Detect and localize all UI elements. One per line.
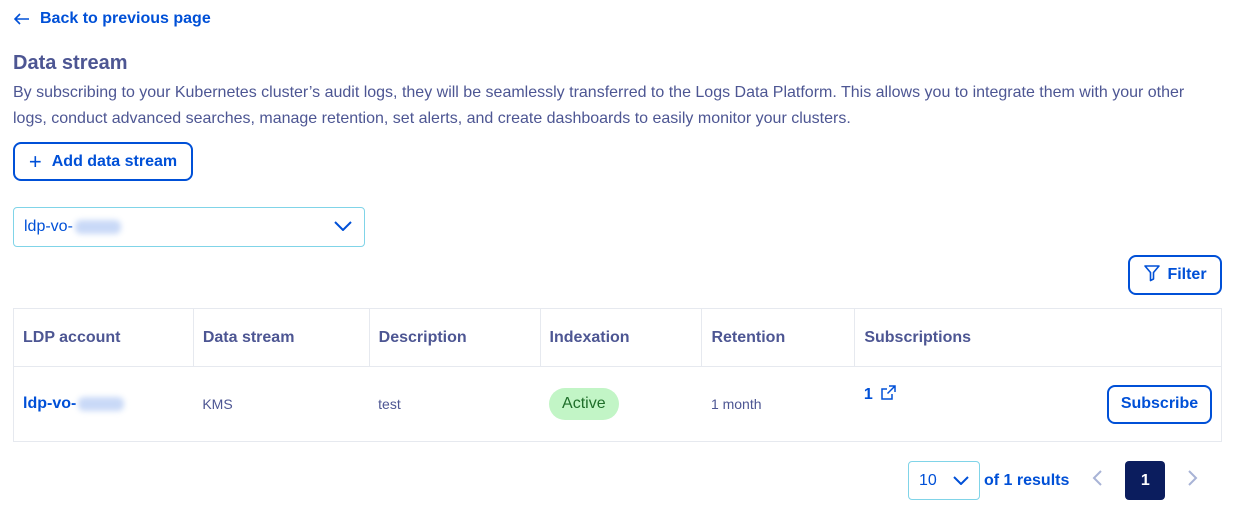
page-description: By subscribing to your Kubernetes cluste… [13, 84, 1185, 127]
results-count: of 1 results [984, 471, 1070, 489]
next-page-button[interactable] [1173, 461, 1213, 500]
chevron-right-icon [1188, 470, 1198, 491]
pagination: 10 of 1 results 1 [908, 461, 1213, 500]
data-stream-table: LDP account Data stream Description Inde… [13, 308, 1222, 442]
redacted-value [74, 219, 121, 234]
subscribe-button[interactable]: Subscribe [1107, 384, 1212, 424]
ldp-account-link[interactable]: ldp-vo- [23, 395, 125, 412]
table-row: ldp-vo- KMS test Active 1 month 1 Subscr… [14, 367, 1222, 442]
arrow-left-icon [14, 13, 30, 25]
filter-icon [1143, 264, 1161, 287]
status-badge: Active [549, 388, 619, 420]
page-size-value: 10 [919, 471, 937, 489]
plus-icon: + [28, 148, 42, 174]
cell-indexation: Active [540, 367, 702, 442]
chevron-down-icon [334, 218, 352, 236]
cell-subscriptions: 1 Subscribe [855, 367, 1222, 442]
cell-retention: 1 month [710, 396, 762, 412]
cell-data-stream: KMS [202, 396, 233, 412]
column-header-indexation[interactable]: Indexation [540, 308, 703, 367]
chevron-left-icon [1092, 470, 1103, 491]
filter-button[interactable]: Filter [1128, 255, 1222, 295]
ldp-account-select-value: ldp-vo- [24, 218, 121, 236]
table-header-row: LDP account Data stream Description Inde… [13, 308, 1222, 367]
column-header-retention[interactable]: Retention [701, 308, 856, 367]
page-size-select[interactable]: 10 [908, 461, 980, 500]
filter-label: Filter [1167, 266, 1207, 283]
back-link[interactable]: Back to previous page [14, 8, 211, 30]
chevron-down-icon [953, 472, 969, 490]
add-data-stream-button[interactable]: + Add data stream [13, 142, 193, 181]
back-link-label: Back to previous page [40, 10, 211, 27]
subscriptions-link[interactable]: 1 [864, 384, 896, 405]
cell-ldp-account[interactable]: ldp-vo- [14, 367, 194, 442]
cell-description: test [378, 396, 401, 412]
column-header-data-stream[interactable]: Data stream [193, 308, 370, 367]
previous-page-button[interactable] [1077, 461, 1117, 500]
page-button-current[interactable]: 1 [1125, 461, 1166, 500]
column-header-ldp-account[interactable]: LDP account [13, 308, 194, 367]
redacted-value [78, 396, 125, 411]
ldp-account-select[interactable]: ldp-vo- [13, 207, 365, 247]
column-header-description[interactable]: Description [369, 308, 541, 367]
page-title: Data stream [13, 52, 128, 74]
column-header-subscriptions[interactable]: Subscriptions [854, 308, 1222, 367]
add-data-stream-label: Add data stream [51, 152, 178, 170]
external-link-icon [880, 384, 896, 405]
